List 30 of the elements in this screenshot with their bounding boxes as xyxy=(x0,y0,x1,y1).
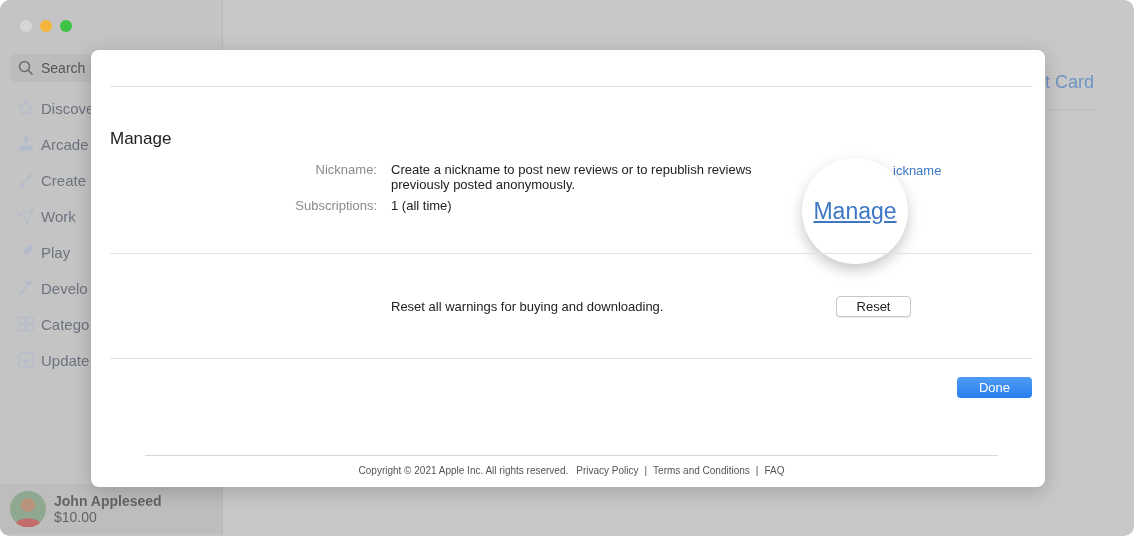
separator-text: | xyxy=(755,465,759,476)
sidebar-item[interactable]: Catego xyxy=(41,315,90,333)
footer-link[interactable]: Terms and Conditions xyxy=(653,465,750,476)
footer-link[interactable]: FAQ xyxy=(764,465,785,476)
sidebar-item[interactable]: Arcade xyxy=(41,135,89,153)
field-value: 1 (all time) xyxy=(391,198,453,213)
zoom-light-icon[interactable] xyxy=(60,20,72,32)
card-link[interactable]: t Card xyxy=(1044,72,1094,93)
minimize-light-icon[interactable] xyxy=(40,20,52,32)
avatar-icon[interactable] xyxy=(10,491,46,527)
sidebar-item[interactable]: Work xyxy=(41,207,76,225)
search-icon xyxy=(18,60,34,76)
field-label: Nickname: xyxy=(314,162,377,179)
user-name: John Appleseed xyxy=(54,493,162,509)
sidebar-item[interactable]: Play xyxy=(41,243,71,261)
footer-link[interactable]: Privacy Policy xyxy=(576,465,639,476)
done-button[interactable]: Done xyxy=(957,377,1032,398)
nickname-link[interactable]: ickname xyxy=(893,163,942,178)
account-balance: $10.00 xyxy=(54,509,98,525)
section-title: Manage xyxy=(110,129,172,149)
field-label: Subscriptions: xyxy=(294,198,377,213)
sidebar-item[interactable]: Develo xyxy=(41,279,88,297)
copyright-text: Copyright © 2021 Apple Inc. All rights reserved. xyxy=(358,465,569,476)
sidebar-item[interactable]: Update xyxy=(41,351,90,369)
sidebar-item[interactable]: Create xyxy=(41,171,87,189)
field-value: Create a nickname to post new reviews or to republish reviews previously posted anonymously. xyxy=(391,162,753,192)
separator-text: | xyxy=(644,465,648,476)
manage-link[interactable]: Manage xyxy=(813,197,897,225)
reset-description: Reset all warnings for buying and downloading. xyxy=(391,299,664,314)
reset-button[interactable]: Reset xyxy=(836,296,911,317)
